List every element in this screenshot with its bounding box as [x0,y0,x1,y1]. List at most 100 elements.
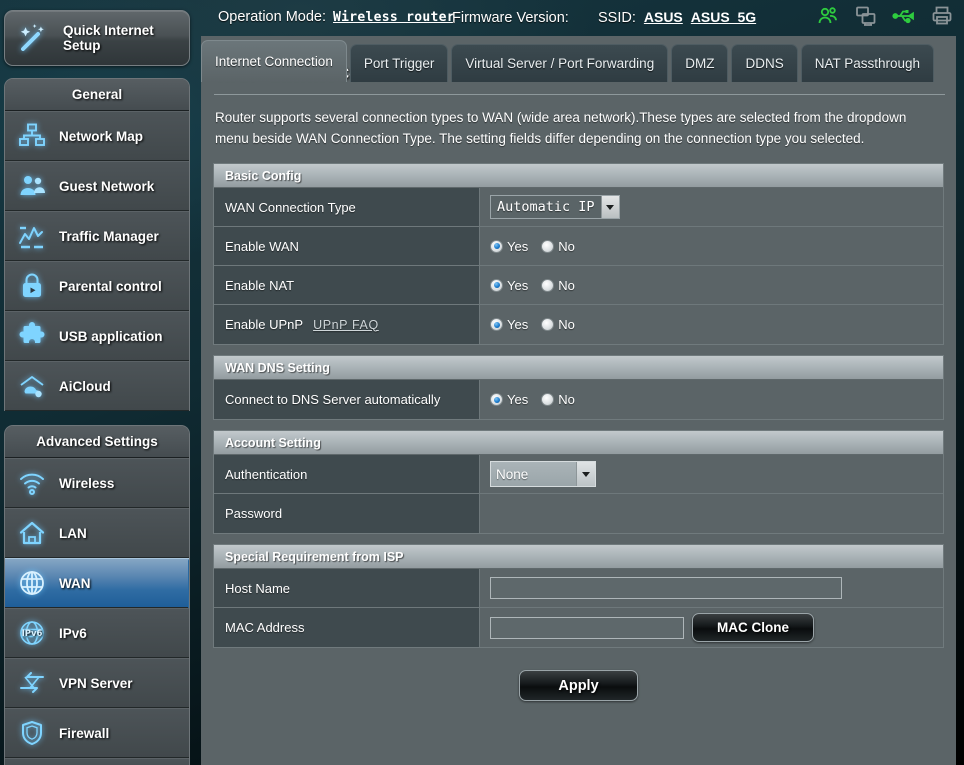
wan-connection-type-select[interactable]: Automatic IP [490,195,620,219]
tab-dmz[interactable]: DMZ [671,44,729,82]
enable-upnp-yes-radio[interactable]: Yes [490,317,528,332]
row-wan-connection-type: WAN Connection Type Automatic IP [214,188,943,227]
enable-wan-yes-radio[interactable]: Yes [490,239,528,254]
enable-nat-yes-radio[interactable]: Yes [490,278,528,293]
enable-nat-no-radio[interactable]: No [541,278,575,293]
sidebar-item-wan[interactable]: WAN [5,558,189,609]
operation-mode-value[interactable]: Wireless router [333,10,455,25]
radio-dot [541,278,555,292]
row-value: MAC Clone [480,608,943,647]
sidebar-item-network-map[interactable]: Network Map [5,111,189,161]
sidebar-item-vpn-server[interactable]: VPN Server [5,658,189,708]
radio-label: Yes [507,277,529,293]
tab-virtual-server[interactable]: Virtual Server / Port Forwarding [451,44,669,82]
radio-label: No [558,392,575,407]
connect-dns-no-radio[interactable]: No [541,392,575,407]
home-icon [5,518,59,548]
row-label: Enable WAN [214,227,480,265]
authentication-value: None [496,466,529,482]
sidebar-item-label: Guest Network [59,178,155,194]
title-divider [214,94,945,95]
tab-port-trigger[interactable]: Port Trigger [349,44,449,82]
row-label: Enable NAT [214,266,480,304]
authentication-select[interactable]: None [490,461,596,487]
apply-row: Apply [210,658,947,701]
row-enable-wan: Enable WAN Yes No [214,227,943,266]
radio-dot [490,318,503,331]
section-header: WAN DNS Setting [214,356,943,380]
radio-label: No [558,238,575,254]
sidebar-item-ipv6[interactable]: IPv6 IPv6 [5,608,189,658]
section-isp: Special Requirement from ISP Host Name M… [213,544,944,648]
sidebar-item-usb-application[interactable]: USB application [5,311,189,361]
sidebar-item-firewall[interactable]: Firewall [5,708,189,758]
radio-dot [541,393,555,406]
sidebar-item-traffic-manager[interactable]: Traffic Manager [5,211,189,261]
section-header: Special Requirement from ISP [214,545,943,569]
sidebar-item-label: LAN [59,525,87,541]
sidebar-item-label: Wireless [59,475,115,491]
page-description: Router supports several connection types… [215,110,907,146]
sidebar-item-label: Traffic Manager [59,228,159,244]
sidebar-group-advanced-header: Advanced Settings [5,426,189,458]
sidebar-item-overflow[interactable] [5,758,189,765]
row-label-upnp: Enable UPnP UPnP FAQ [214,305,480,344]
operation-mode-label: Operation Mode: [218,9,327,25]
usb-icon[interactable] [892,4,916,28]
ssid-2g-link[interactable]: ASUS [644,9,683,25]
row-enable-upnp: Enable UPnP UPnP FAQ Yes No [214,305,943,344]
sidebar-item-label: Network Map [59,128,144,144]
guest-network-icon [5,171,59,201]
apply-button[interactable]: Apply [519,670,638,701]
wifi-icon [5,468,59,498]
section-header: Basic Config [214,164,943,188]
sidebar-item-wireless[interactable]: Wireless [5,458,189,508]
radio-dot [490,239,503,253]
magic-wand-icon [5,21,61,55]
tab-internet-connection[interactable]: Internet Connection [201,40,347,82]
vpn-icon [5,668,59,698]
host-name-input[interactable] [490,577,842,599]
tab-nat-passthrough[interactable]: NAT Passthrough [800,44,935,82]
network-map-icon [5,121,59,151]
connect-dns-yes-radio[interactable]: Yes [490,392,528,407]
row-value: Yes No [480,227,943,265]
lock-icon [5,271,59,301]
upnp-faq-link[interactable]: UPnP FAQ [313,318,379,332]
enable-wan-radio-group: Yes No [490,239,575,254]
devices-icon[interactable] [854,4,878,28]
enable-wan-no-radio[interactable]: No [541,239,575,254]
sidebar-item-label: Parental control [59,278,162,294]
radio-dot [541,318,555,331]
enable-upnp-radio-group: Yes No [490,317,575,332]
printer-icon[interactable] [930,4,954,28]
shield-icon [5,718,59,748]
sidebar-item-aicloud[interactable]: AiCloud [5,361,189,411]
row-authentication: Authentication None [214,455,943,494]
mac-address-input[interactable] [490,616,684,639]
row-label: Connect to DNS Server automatically [214,380,480,419]
row-value: Yes No [480,266,943,304]
quick-internet-setup-label: Quick Internet Setup [63,23,154,53]
sidebar-item-parental-control[interactable]: Parental control [5,261,189,311]
sidebar-item-label: USB application [59,328,163,344]
enable-upnp-no-radio[interactable]: No [541,317,575,332]
row-label: Authentication [214,455,480,493]
sidebar-item-lan[interactable]: LAN [5,508,189,558]
sidebar-item-guest-network[interactable]: Guest Network [5,161,189,211]
sidebar-group-general-header: General [5,79,189,111]
clients-icon[interactable] [816,4,840,28]
quick-internet-setup-button[interactable]: Quick Internet Setup [4,10,190,66]
ssid-5g-link[interactable]: ASUS_5G [691,9,756,25]
tab-ddns[interactable]: DDNS [731,44,798,82]
traffic-manager-icon [5,221,59,251]
sidebar-item-label: VPN Server [59,675,133,691]
svg-text:IPv6: IPv6 [22,629,43,639]
sidebar-group-general: General Network Map Guest Network Traffi… [4,78,190,411]
mac-clone-button[interactable]: MAC Clone [692,613,814,642]
radio-dot [490,393,503,406]
row-label: WAN Connection Type [214,188,480,226]
sidebar-item-label: WAN [59,575,91,591]
sidebar-item-label: AiCloud [59,378,111,394]
radio-label: No [558,277,575,293]
